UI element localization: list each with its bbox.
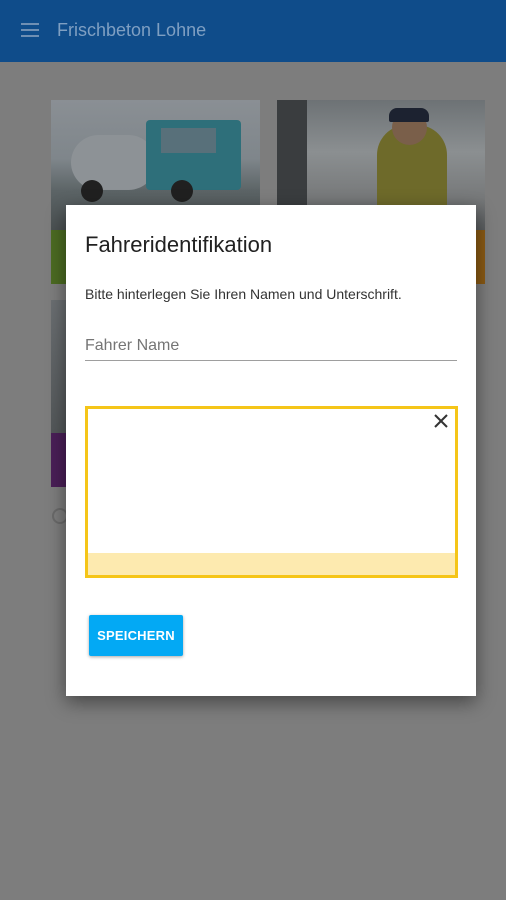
app-title: Frischbeton Lohne: [57, 20, 207, 40]
input-underline: [85, 360, 457, 361]
save-button[interactable]: SPEICHERN: [89, 615, 183, 656]
dialog-title: Fahreridentifikation: [85, 232, 273, 257]
menu-icon[interactable]: [21, 23, 39, 37]
signature-pad[interactable]: [85, 406, 458, 578]
dialog-instruction: Bitte hinterlegen Sie Ihren Namen und Un…: [85, 286, 402, 302]
signature-baseline: [88, 553, 455, 575]
app-bar: Frischbeton Lohne: [0, 0, 506, 62]
driver-name-input[interactable]: Fahrer Name: [85, 335, 457, 361]
close-icon[interactable]: [432, 412, 450, 430]
driver-identification-dialog: Fahreridentifikation Bitte hinterlegen S…: [66, 205, 476, 696]
driver-name-placeholder: Fahrer Name: [85, 337, 180, 354]
